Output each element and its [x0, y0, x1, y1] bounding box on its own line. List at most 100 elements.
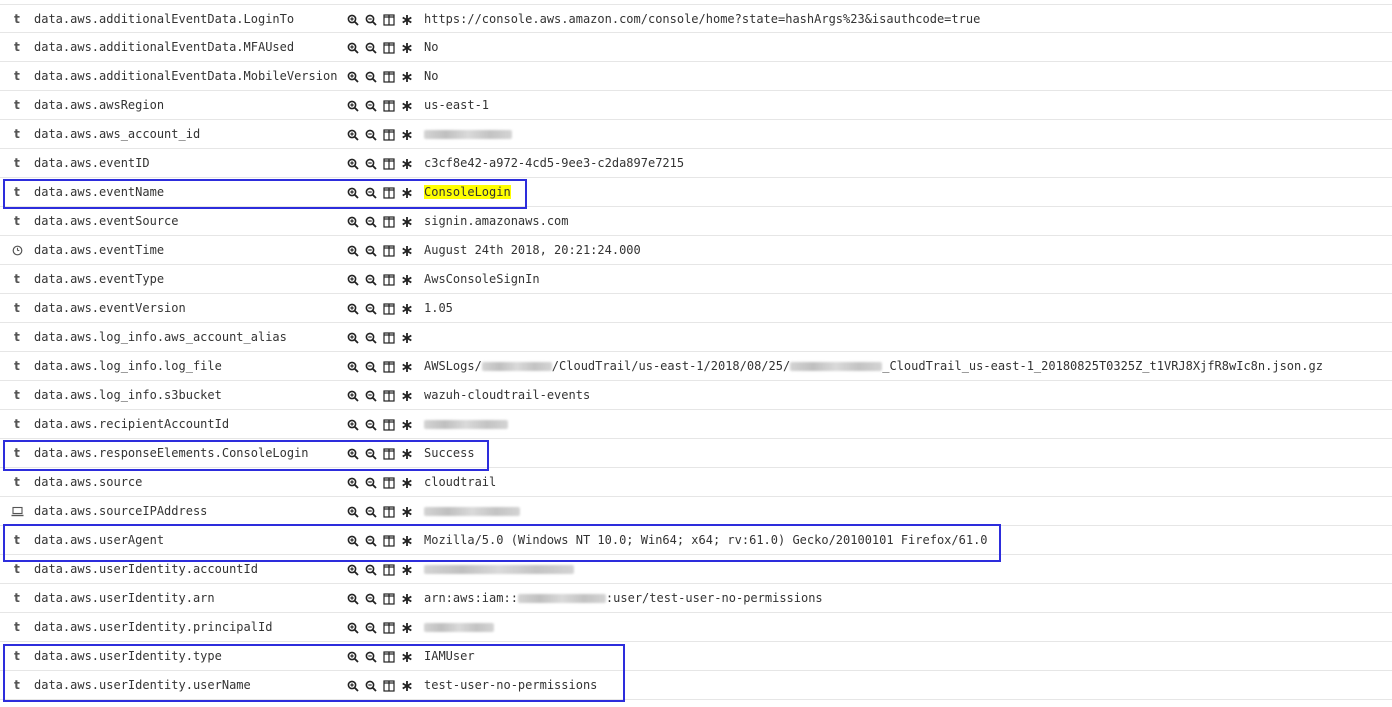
filter-for-value-icon[interactable]	[346, 302, 360, 316]
filter-for-field-present-icon[interactable]	[400, 447, 414, 461]
filter-out-value-icon[interactable]	[364, 41, 378, 55]
filter-out-value-icon[interactable]	[364, 621, 378, 635]
filter-for-field-present-icon[interactable]	[400, 215, 414, 229]
filter-for-value-icon[interactable]	[346, 273, 360, 287]
filter-for-value-icon[interactable]	[346, 360, 360, 374]
filter-for-field-present-icon[interactable]	[400, 389, 414, 403]
toggle-column-icon[interactable]	[382, 621, 396, 635]
row-actions	[346, 33, 414, 62]
filter-out-value-icon[interactable]	[364, 157, 378, 171]
filter-for-field-present-icon[interactable]	[400, 186, 414, 200]
filter-for-value-icon[interactable]	[346, 621, 360, 635]
toggle-column-icon[interactable]	[382, 650, 396, 664]
toggle-column-icon[interactable]	[382, 13, 396, 27]
filter-for-value-icon[interactable]	[346, 447, 360, 461]
filter-for-value-icon[interactable]	[346, 389, 360, 403]
toggle-column-icon[interactable]	[382, 157, 396, 171]
filter-out-value-icon[interactable]	[364, 476, 378, 490]
filter-for-field-present-icon[interactable]	[400, 679, 414, 693]
filter-for-field-present-icon[interactable]	[400, 418, 414, 432]
filter-out-value-icon[interactable]	[364, 650, 378, 664]
toggle-column-icon[interactable]	[382, 70, 396, 84]
filter-out-value-icon[interactable]	[364, 534, 378, 548]
toggle-column-icon[interactable]	[382, 331, 396, 345]
filter-for-field-present-icon[interactable]	[400, 476, 414, 490]
toggle-column-icon[interactable]	[382, 389, 396, 403]
filter-for-field-present-icon[interactable]	[400, 273, 414, 287]
filter-out-value-icon[interactable]	[364, 331, 378, 345]
filter-for-field-present-icon[interactable]	[400, 505, 414, 519]
filter-out-value-icon[interactable]	[364, 273, 378, 287]
filter-out-value-icon[interactable]	[364, 244, 378, 258]
filter-for-value-icon[interactable]	[346, 505, 360, 519]
filter-for-field-present-icon[interactable]	[400, 244, 414, 258]
toggle-column-icon[interactable]	[382, 679, 396, 693]
filter-for-field-present-icon[interactable]	[400, 70, 414, 84]
filter-for-field-present-icon[interactable]	[400, 13, 414, 27]
filter-out-value-icon[interactable]	[364, 360, 378, 374]
filter-for-field-present-icon[interactable]	[400, 41, 414, 55]
toggle-column-icon[interactable]	[382, 244, 396, 258]
toggle-column-icon[interactable]	[382, 592, 396, 606]
filter-for-value-icon[interactable]	[346, 70, 360, 84]
filter-for-field-present-icon[interactable]	[400, 650, 414, 664]
filter-for-field-present-icon[interactable]	[400, 534, 414, 548]
filter-for-field-present-icon[interactable]	[400, 621, 414, 635]
filter-for-value-icon[interactable]	[346, 41, 360, 55]
toggle-column-icon[interactable]	[382, 302, 396, 316]
filter-out-value-icon[interactable]	[364, 447, 378, 461]
filter-out-value-icon[interactable]	[364, 563, 378, 577]
toggle-column-icon[interactable]	[382, 186, 396, 200]
filter-out-value-icon[interactable]	[364, 186, 378, 200]
row-actions	[346, 178, 414, 207]
filter-for-field-present-icon[interactable]	[400, 128, 414, 142]
toggle-column-icon[interactable]	[382, 505, 396, 519]
filter-for-value-icon[interactable]	[346, 99, 360, 113]
filter-for-value-icon[interactable]	[346, 157, 360, 171]
filter-for-value-icon[interactable]	[346, 592, 360, 606]
filter-for-value-icon[interactable]	[346, 331, 360, 345]
filter-for-field-present-icon[interactable]	[400, 592, 414, 606]
filter-for-value-icon[interactable]	[346, 476, 360, 490]
toggle-column-icon[interactable]	[382, 563, 396, 577]
toggle-column-icon[interactable]	[382, 360, 396, 374]
filter-out-value-icon[interactable]	[364, 99, 378, 113]
filter-for-field-present-icon[interactable]	[400, 360, 414, 374]
filter-out-value-icon[interactable]	[364, 679, 378, 693]
filter-out-value-icon[interactable]	[364, 592, 378, 606]
filter-for-value-icon[interactable]	[346, 215, 360, 229]
toggle-column-icon[interactable]	[382, 476, 396, 490]
filter-for-value-icon[interactable]	[346, 563, 360, 577]
toggle-column-icon[interactable]	[382, 215, 396, 229]
filter-for-value-icon[interactable]	[346, 13, 360, 27]
filter-for-field-present-icon[interactable]	[400, 99, 414, 113]
toggle-column-icon[interactable]	[382, 128, 396, 142]
filter-out-value-icon[interactable]	[364, 70, 378, 84]
filter-for-value-icon[interactable]	[346, 650, 360, 664]
filter-for-field-present-icon[interactable]	[400, 157, 414, 171]
filter-for-value-icon[interactable]	[346, 418, 360, 432]
filter-for-value-icon[interactable]	[346, 534, 360, 548]
toggle-column-icon[interactable]	[382, 534, 396, 548]
value-text: https://console.aws.amazon.com/console/h…	[424, 12, 981, 26]
toggle-column-icon[interactable]	[382, 273, 396, 287]
filter-for-field-present-icon[interactable]	[400, 302, 414, 316]
filter-for-value-icon[interactable]	[346, 186, 360, 200]
field-name: data.aws.eventVersion	[34, 301, 186, 315]
toggle-column-icon[interactable]	[382, 418, 396, 432]
filter-out-value-icon[interactable]	[364, 505, 378, 519]
filter-for-field-present-icon[interactable]	[400, 563, 414, 577]
filter-out-value-icon[interactable]	[364, 13, 378, 27]
filter-out-value-icon[interactable]	[364, 215, 378, 229]
filter-for-value-icon[interactable]	[346, 244, 360, 258]
filter-out-value-icon[interactable]	[364, 418, 378, 432]
filter-out-value-icon[interactable]	[364, 302, 378, 316]
toggle-column-icon[interactable]	[382, 99, 396, 113]
filter-out-value-icon[interactable]	[364, 389, 378, 403]
toggle-column-icon[interactable]	[382, 41, 396, 55]
filter-for-field-present-icon[interactable]	[400, 331, 414, 345]
filter-for-value-icon[interactable]	[346, 679, 360, 693]
filter-for-value-icon[interactable]	[346, 128, 360, 142]
toggle-column-icon[interactable]	[382, 447, 396, 461]
filter-out-value-icon[interactable]	[364, 128, 378, 142]
